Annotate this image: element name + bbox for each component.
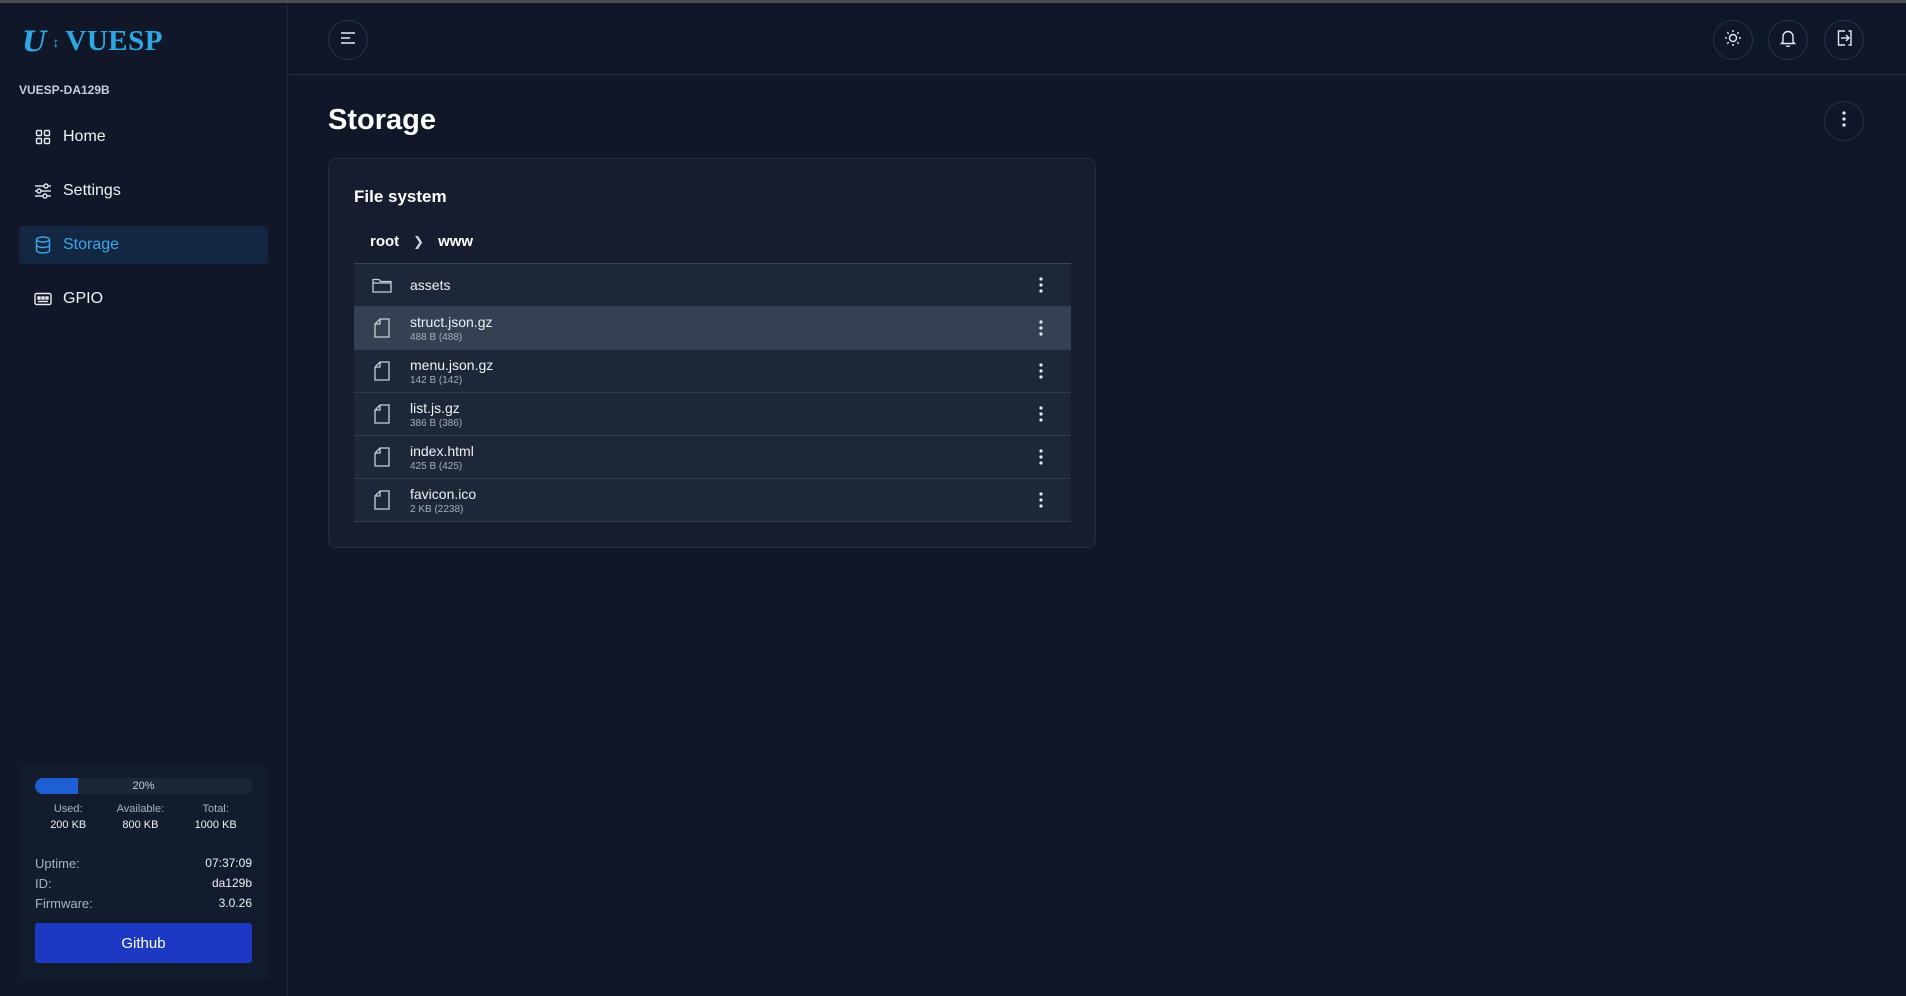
chevron-right-icon: ❯: [413, 233, 425, 249]
file-icon: [371, 489, 393, 511]
file-name: struct.json.gz: [410, 313, 493, 330]
sidebar-item-label: Home: [63, 128, 106, 145]
file-list: assets struct.json.gz 488 B (488) menu.j…: [354, 263, 1071, 522]
sliders-icon: [33, 181, 53, 201]
chip-icon: [33, 289, 53, 309]
more-vertical-icon: [1842, 110, 1846, 132]
more-vertical-icon[interactable]: [1031, 489, 1051, 511]
file-icon: [371, 446, 393, 468]
breadcrumb: root ❯ www: [370, 233, 473, 250]
total-label: Total:: [202, 803, 229, 815]
file-name: assets: [410, 277, 451, 293]
file-row-favicon-ico[interactable]: favicon.ico 2 KB (2238): [354, 479, 1071, 522]
id-row: ID: da129b: [35, 873, 252, 893]
notifications-button[interactable]: [1768, 20, 1808, 60]
firmware-label: Firmware:: [35, 895, 93, 911]
logout-button[interactable]: [1824, 20, 1864, 60]
more-vertical-icon[interactable]: [1031, 317, 1051, 339]
page-options-button[interactable]: [1824, 101, 1864, 141]
device-info: Uptime: 07:37:09 ID: da129b Firmware: 3.…: [35, 853, 252, 913]
firmware-value: 3.0.26: [218, 896, 252, 910]
database-icon: [33, 235, 53, 255]
used-stat: Used: 200 KB: [50, 803, 86, 831]
firmware-row: Firmware: 3.0.26: [35, 893, 252, 913]
sidebar: U ↕ VUESP VUESP-DA129B Home Settings Sto…: [0, 3, 288, 996]
sidebar-item-storage[interactable]: Storage: [19, 226, 268, 264]
available-stat: Available: 800 KB: [117, 803, 165, 831]
file-row-list-js-gz[interactable]: list.js.gz 386 B (386): [354, 393, 1071, 436]
file-icon: [371, 403, 393, 425]
storage-progress-bar: 20%: [35, 778, 252, 794]
file-row-menu-json-gz[interactable]: menu.json.gz 142 B (142): [354, 350, 1071, 393]
file-name: favicon.ico: [410, 485, 477, 502]
sidebar-item-label: Settings: [63, 182, 121, 199]
card-title: File system: [354, 187, 447, 206]
bell-icon: [1779, 29, 1797, 52]
used-value: 200 KB: [50, 819, 87, 831]
top-bar: [289, 3, 1906, 75]
folder-row-assets[interactable]: assets: [354, 264, 1071, 307]
more-vertical-icon[interactable]: [1031, 360, 1051, 382]
grid-icon: [33, 127, 53, 147]
page-title: Storage: [328, 104, 436, 136]
breadcrumb-root[interactable]: root: [370, 233, 399, 250]
total-value: 1000 KB: [194, 819, 237, 831]
uptime-label: Uptime:: [35, 855, 80, 871]
available-value: 800 KB: [122, 819, 159, 831]
used-label: Used:: [53, 803, 83, 815]
file-icon: [371, 360, 393, 382]
more-vertical-icon[interactable]: [1031, 403, 1051, 425]
sidebar-item-settings[interactable]: Settings: [19, 172, 268, 210]
file-icon: [371, 317, 393, 339]
sidebar-item-label: Storage: [63, 236, 120, 253]
storage-usage: Used: 200 KB Available: 800 KB Total: 10…: [35, 803, 252, 831]
logo-mark: U: [22, 24, 47, 58]
logo-text: VUESP: [65, 25, 163, 57]
file-size: 2 KB (2238): [410, 503, 464, 515]
logo-arrow-icon: ↕: [52, 33, 60, 50]
menu-icon: [340, 31, 356, 50]
file-system-card: File system root ❯ www assets struct.jso…: [328, 158, 1096, 548]
available-label: Available:: [116, 803, 165, 815]
theme-toggle-button[interactable]: [1713, 20, 1753, 60]
file-size: 425 B (425): [410, 460, 463, 472]
file-size: 488 B (488): [410, 331, 463, 343]
more-vertical-icon[interactable]: [1031, 274, 1051, 296]
system-stats-panel: 20% Used: 200 KB Available: 800 KB Total…: [19, 763, 268, 981]
app-logo[interactable]: U ↕ VUESP: [22, 25, 163, 58]
file-size: 142 B (142): [410, 374, 463, 386]
storage-percent-label: 20%: [132, 780, 155, 792]
file-name: menu.json.gz: [410, 356, 494, 373]
uptime-row: Uptime: 07:37:09: [35, 853, 252, 873]
file-row-index-html[interactable]: index.html 425 B (425): [354, 436, 1071, 479]
folder-icon: [371, 274, 393, 296]
id-value: da129b: [211, 876, 252, 890]
uptime-value: 07:37:09: [205, 856, 252, 870]
file-name: list.js.gz: [410, 399, 460, 416]
file-size: 386 B (386): [410, 417, 463, 429]
total-stat: Total: 1000 KB: [195, 803, 237, 831]
sidebar-item-label: GPIO: [63, 290, 104, 307]
sidebar-item-home[interactable]: Home: [19, 118, 268, 156]
breadcrumb-www[interactable]: www: [438, 233, 473, 250]
sidebar-nav: Home Settings Storage GPIO: [19, 118, 268, 334]
device-name: VUESP-DA129B: [19, 83, 110, 97]
file-row-struct-json-gz[interactable]: struct.json.gz 488 B (488): [354, 307, 1071, 350]
menu-toggle-button[interactable]: [328, 20, 368, 60]
sun-icon: [1724, 29, 1742, 52]
id-label: ID:: [35, 875, 52, 891]
sidebar-item-gpio[interactable]: GPIO: [19, 280, 268, 318]
file-name: index.html: [410, 442, 474, 459]
github-button[interactable]: Github: [35, 923, 252, 963]
logout-icon: [1835, 29, 1853, 52]
more-vertical-icon[interactable]: [1031, 446, 1051, 468]
